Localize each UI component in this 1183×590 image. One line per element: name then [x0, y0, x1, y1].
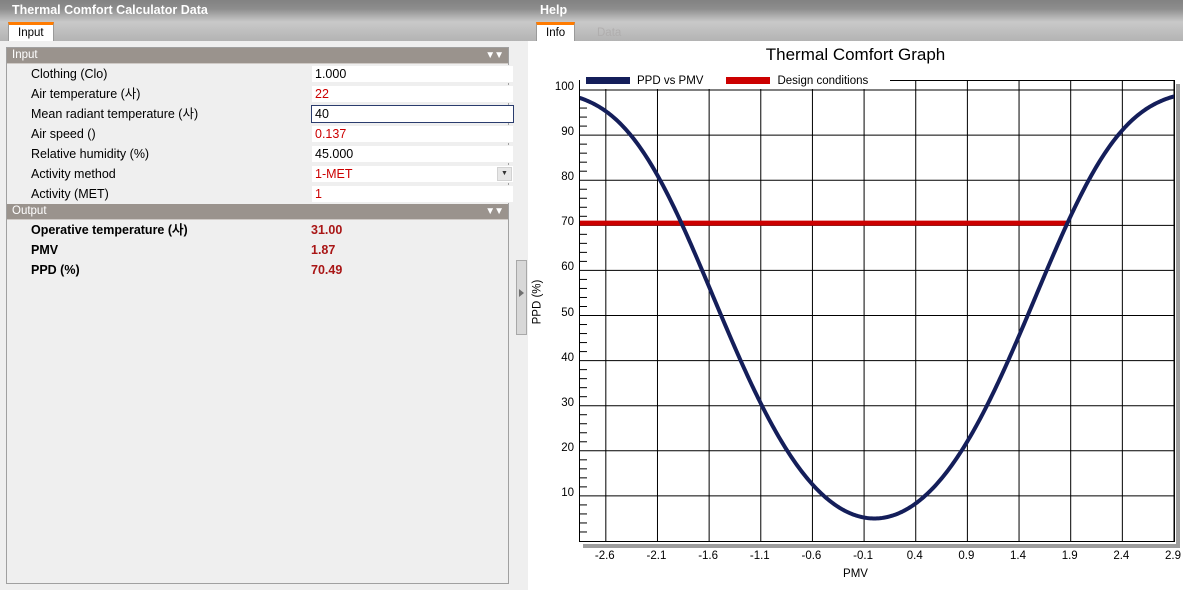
x-tick-label: -2.1	[646, 550, 667, 562]
y-tick-label: 10	[561, 486, 574, 499]
right-panel-title: Help	[528, 0, 1183, 22]
input-row: Activity method 1-MET ▼	[7, 164, 514, 184]
section-header-output[interactable]: Output ▼▼	[7, 204, 508, 220]
x-tick-label: -0.6	[801, 550, 822, 562]
legend-swatch-ppd	[586, 77, 630, 84]
input-row: Relative humidity (%) 45.000	[7, 144, 514, 164]
tab-info[interactable]: Info	[536, 22, 576, 41]
chevron-double-down-icon[interactable]: ▼▼	[485, 48, 504, 63]
input-row: Activity (MET) 1	[7, 184, 514, 204]
output-value: 1.87	[311, 243, 336, 257]
input-field[interactable]: 45.000	[311, 145, 514, 163]
y-tick-label: 60	[561, 261, 574, 274]
output-row: Operative temperature (사) 31.00	[7, 220, 508, 240]
plot-area	[578, 80, 1176, 542]
y-tick-label: 80	[561, 171, 574, 184]
legend-label-ppd: PPD vs PMV	[637, 74, 704, 87]
input-row: Clothing (Clo) 1.000	[7, 64, 514, 84]
input-field[interactable]: 1.000	[311, 65, 514, 83]
x-tick-label: 1.4	[1010, 550, 1027, 562]
right-panel: Thermal Comfort Graph PPD vs PMV Design …	[528, 41, 1183, 590]
collapse-arrow-right-icon[interactable]	[519, 289, 524, 297]
y-tick-label: 30	[561, 396, 574, 409]
input-label: Clothing (Clo)	[31, 67, 108, 81]
input-field[interactable]: 22	[311, 85, 514, 103]
input-label: Activity (MET)	[31, 187, 109, 201]
input-row: Air speed () 0.137	[7, 124, 514, 144]
output-row: PPD (%) 70.49	[7, 260, 508, 280]
y-tick-label: 70	[561, 216, 574, 229]
y-tick-label: 50	[561, 306, 574, 319]
input-label: Air speed ()	[31, 127, 96, 141]
chart-legend: PPD vs PMV Design conditions	[580, 72, 891, 89]
plot-shadow-right	[1176, 84, 1180, 548]
left-panel-title: Thermal Comfort Calculator Data	[0, 0, 528, 22]
output-label: Operative temperature (사)	[31, 223, 188, 237]
right-tabstrip: Info Data	[528, 22, 1183, 41]
input-label: Activity method	[31, 167, 116, 181]
output-label: PMV	[31, 243, 59, 257]
panel-splitter[interactable]	[516, 260, 527, 335]
input-row: Mean radiant temperature (사) 40	[7, 104, 514, 124]
x-tick-label: 2.4	[1113, 550, 1130, 562]
x-tick-label: 0.9	[958, 550, 975, 562]
input-rows: Clothing (Clo) 1.000 Air temperature (사) 22…	[7, 64, 514, 204]
plot-shadow-bottom	[583, 544, 1179, 548]
y-axis-label: PPD (%)	[531, 279, 544, 325]
x-tick-label: -2.6	[594, 550, 615, 562]
x-axis-label: PMV	[843, 568, 868, 580]
output-rows: Operative temperature (사) 31.00 PMV 1.87 PPD…	[7, 220, 508, 280]
input-field[interactable]: 40	[311, 105, 514, 123]
output-row: PMV 1.87	[7, 240, 508, 260]
input-field[interactable]: 0.137	[311, 125, 514, 143]
x-tick-label: 2.9	[1165, 550, 1181, 562]
input-label: Air temperature (사)	[31, 87, 141, 101]
chevron-down-icon[interactable]: ▼	[497, 167, 512, 181]
section-header-input[interactable]: Input ▼▼	[7, 48, 508, 64]
output-label: PPD (%)	[31, 263, 80, 277]
tab-data: Data	[597, 27, 622, 39]
y-tick-label: 90	[561, 126, 574, 139]
x-tick-label: -0.1	[853, 550, 873, 562]
chart-title: Thermal Comfort Graph	[765, 45, 946, 64]
input-label: Relative humidity (%)	[31, 147, 150, 161]
thermal-comfort-calculator-window: Thermal Comfort Calculator Data Input In…	[0, 0, 1183, 590]
input-label: Mean radiant temperature (사)	[31, 107, 199, 121]
legend-swatch-design	[726, 77, 771, 84]
section-title-input: Input	[12, 49, 38, 61]
input-field[interactable]: 1	[311, 185, 514, 203]
x-tick-label: 1.9	[1061, 550, 1078, 562]
chevron-double-down-icon[interactable]: ▼▼	[485, 204, 504, 219]
output-value: 31.00	[311, 223, 343, 237]
combo-field[interactable]: 1-MET ▼	[311, 165, 514, 183]
left-tabstrip: Input	[0, 22, 528, 41]
legend-label-design: Design conditions	[777, 74, 869, 87]
x-tick-label: 0.4	[906, 550, 923, 562]
y-tick-label: 40	[561, 351, 574, 364]
x-tick-label: -1.1	[749, 550, 770, 562]
tab-input[interactable]: Input	[8, 22, 54, 41]
plot-svg	[578, 81, 1176, 541]
x-tick-label: -1.6	[698, 550, 719, 562]
input-form: Input ▼▼ Clothing (Clo) 1.000 Air temperat…	[6, 47, 514, 584]
section-title-output: Output	[12, 205, 47, 217]
thermal-comfort-chart: Thermal Comfort Graph PPD vs PMV Design …	[528, 41, 1183, 590]
y-tick-label: 100	[554, 81, 574, 94]
input-row: Air temperature (사) 22	[7, 84, 514, 104]
y-tick-label: 20	[561, 441, 574, 454]
output-value: 70.49	[311, 263, 343, 277]
left-panel: Input ▼▼ Clothing (Clo) 1.000 Air temperat…	[0, 41, 515, 590]
